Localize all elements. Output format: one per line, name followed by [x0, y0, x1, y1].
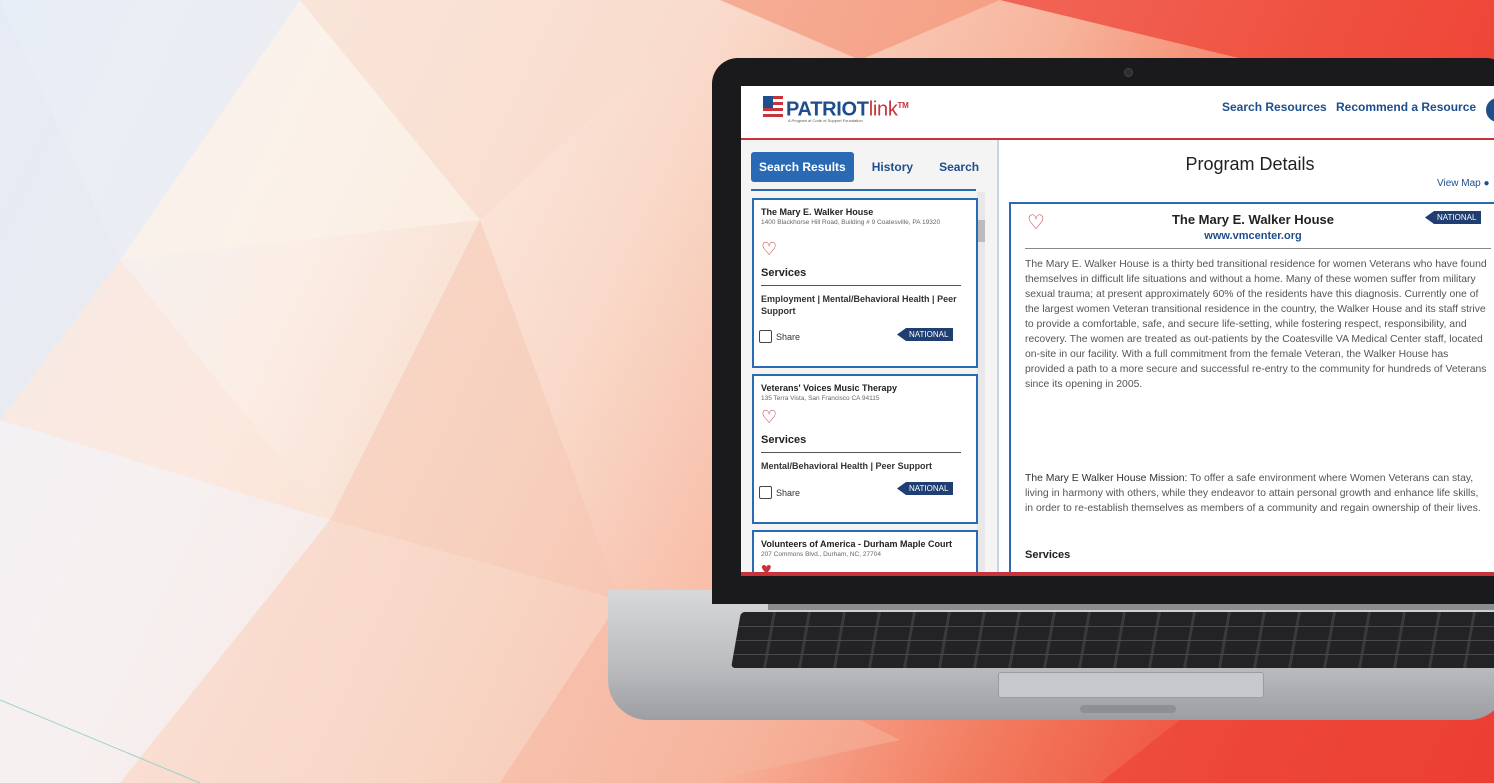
footer-accent-bar	[741, 572, 1494, 576]
detail-divider	[1025, 248, 1491, 249]
results-scrollbar[interactable]	[977, 192, 985, 572]
national-badge: NATIONAL	[897, 482, 954, 495]
tab-underline	[751, 189, 976, 191]
national-badge: NATIONAL	[897, 328, 954, 341]
program-mission: The Mary E Walker House Mission: To offe…	[1025, 471, 1487, 516]
nav-search-resources[interactable]: Search Resources	[1222, 100, 1327, 114]
share-checkbox[interactable]: Share	[759, 330, 800, 343]
tab-history[interactable]: History	[864, 152, 921, 182]
flag-logo-icon	[763, 96, 783, 120]
result-card[interactable]: Veterans' Voices Music Therapy 135 Terra…	[752, 374, 978, 524]
laptop-screen: PATRIOTlinkTM A Program of Code of Suppo…	[741, 86, 1494, 576]
result-card[interactable]: Volunteers of America - Durham Maple Cou…	[752, 530, 978, 576]
card-address: 1400 Blackhorse Hill Road, Building # 9 …	[761, 219, 941, 226]
checkbox-icon[interactable]	[759, 330, 772, 343]
heart-icon[interactable]: ♡	[761, 408, 777, 426]
card-address: 207 Commons Blvd., Durham, NC, 27704	[761, 551, 881, 558]
patriotlink-logo[interactable]: PATRIOTlinkTM A Program of Code of Suppo…	[763, 96, 909, 124]
results-panel: Search Results History Search The Mary E…	[741, 140, 999, 576]
heart-icon[interactable]: ♡	[761, 240, 777, 258]
share-checkbox[interactable]: Share	[759, 486, 800, 499]
map-pin-icon: ●	[1483, 178, 1490, 189]
page-title: Program Details	[1185, 154, 1315, 174]
card-title[interactable]: Veterans' Voices Music Therapy	[761, 383, 897, 393]
services-heading: Services	[1025, 549, 1071, 561]
laptop-lip	[1080, 705, 1176, 713]
site-header: PATRIOTlinkTM A Program of Code of Suppo…	[741, 86, 1494, 140]
result-card[interactable]: The Mary E. Walker House 1400 Blackhorse…	[752, 198, 978, 368]
program-details-panel: Program Details View Map ● ♡ The Mary E.…	[999, 140, 1494, 576]
program-name: The Mary E. Walker House	[1171, 212, 1335, 227]
tab-search-results[interactable]: Search Results	[751, 152, 854, 182]
services-list: Employment | Mental/Behavioral Health | …	[761, 294, 957, 316]
user-avatar-icon[interactable]	[1486, 98, 1494, 122]
program-description: The Mary E. Walker House is a thirty bed…	[1025, 259, 1487, 390]
card-address: 135 Terra Vista, San Francisco CA 94115	[761, 395, 880, 402]
scrollbar-thumb[interactable]	[977, 220, 985, 242]
tab-search[interactable]: Search	[931, 152, 987, 182]
services-heading: Services	[761, 434, 807, 446]
laptop-keyboard	[731, 612, 1494, 668]
services-heading: Services	[761, 267, 807, 279]
mission-label: The Mary E Walker House Mission:	[1025, 473, 1188, 484]
program-detail-card: ♡ The Mary E. Walker House www.vmcenter.…	[1009, 202, 1494, 576]
card-title[interactable]: The Mary E. Walker House	[761, 207, 873, 217]
view-map-link[interactable]: View Map ●	[1437, 178, 1490, 189]
camera-icon	[1124, 68, 1133, 77]
logo-text: PATRIOTlinkTM	[786, 98, 909, 121]
national-badge: NATIONAL	[1425, 211, 1482, 224]
services-divider	[761, 452, 961, 453]
program-url-link[interactable]: www.vmcenter.org	[1011, 230, 1494, 242]
share-label: Share	[776, 331, 801, 342]
logo-subtitle: A Program of Code of Support Foundation	[788, 118, 863, 123]
share-label: Share	[776, 487, 801, 498]
services-list: Mental/Behavioral Health | Peer Support	[761, 461, 933, 471]
card-title[interactable]: Volunteers of America - Durham Maple Cou…	[761, 539, 952, 549]
laptop-trackpad	[998, 672, 1264, 698]
services-divider	[761, 285, 961, 286]
results-tabs: Search Results History Search	[751, 152, 987, 182]
nav-recommend-resource[interactable]: Recommend a Resource	[1336, 100, 1476, 114]
checkbox-icon[interactable]	[759, 486, 772, 499]
